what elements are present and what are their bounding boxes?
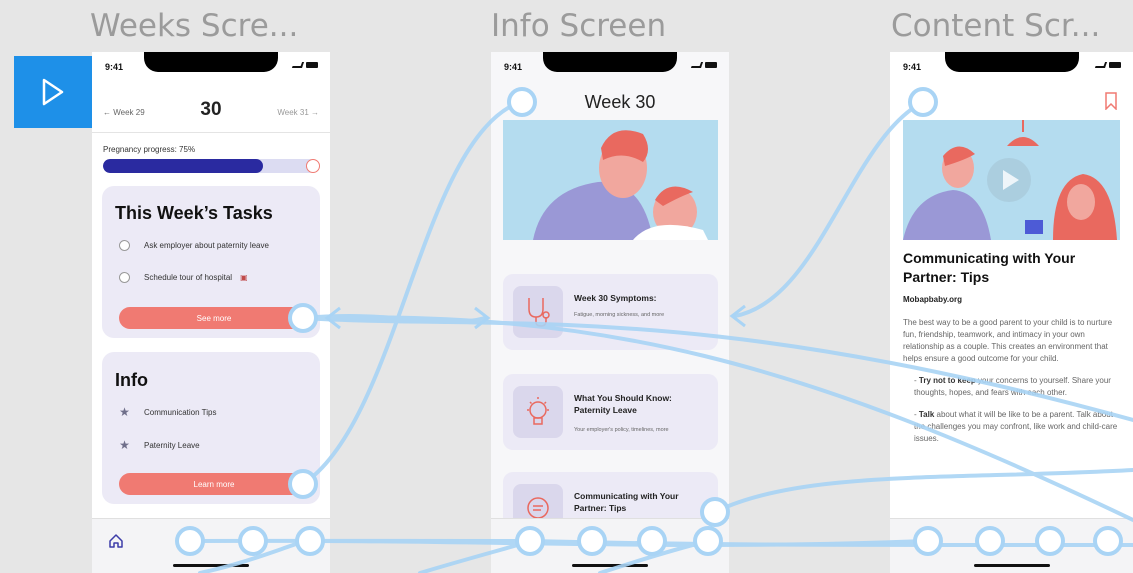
home-indicator: [973, 564, 1050, 567]
bookmark-icon[interactable]: [1104, 92, 1118, 110]
hero-illustration: [503, 120, 718, 240]
card-subtitle: Fatigue, morning sickness, and more: [574, 312, 665, 318]
weeks-screen: 9:41 ← Week 29 30 Week 31 → Pregnancy pr…: [92, 52, 330, 573]
lightbulb-icon: [527, 397, 549, 425]
symptoms-card[interactable]: Week 30 Symptoms: Fatigue, morning sickn…: [503, 274, 718, 350]
tasks-title: This Week’s Tasks: [115, 203, 273, 223]
progress-fill: [103, 159, 263, 173]
next-week-link[interactable]: Week 31 →: [277, 108, 319, 117]
tab-bar: [890, 518, 1133, 573]
progress-label: Pregnancy progress: 75%: [103, 145, 196, 154]
info-item-label: Paternity Leave: [144, 440, 200, 450]
card-subtitle: Your employer's policy, timelines, more: [574, 427, 669, 433]
status-bar: 9:41: [92, 52, 330, 82]
progress-bar: [103, 159, 316, 173]
stethoscope-icon: [528, 298, 550, 327]
see-more-button[interactable]: See more: [119, 307, 309, 329]
home-icon[interactable]: [108, 533, 124, 549]
tip-text: about what it will be like to be a paren…: [914, 410, 1118, 443]
play-icon: [42, 78, 64, 106]
prev-week-link[interactable]: ← Week 29: [103, 108, 145, 117]
signal-icon: [291, 62, 305, 68]
paternity-leave-card[interactable]: What You Should Know: Paternity Leave Yo…: [503, 374, 718, 450]
info-screen: 9:41 Week 30 Week 30 Symptoms: Fatigue, …: [491, 52, 729, 573]
article-title: Communicating with Your Partner: Tips: [903, 250, 1076, 285]
current-week: 30: [200, 99, 222, 120]
father-baby-illustration: [503, 120, 718, 240]
info-item-label: Communication Tips: [144, 407, 217, 417]
info-title: Info: [115, 370, 148, 390]
article-source: Mobapbaby.org: [903, 295, 962, 304]
article-intro: The best way to be a good parent to your…: [903, 318, 1113, 363]
task-item[interactable]: Schedule tour of hospital ▣: [119, 272, 248, 283]
status-time: 9:41: [504, 62, 523, 72]
info-card: Info ★ Communication Tips ★ Paternity Le…: [102, 352, 320, 504]
card-title: Communicating with Your Partner: Tips: [574, 491, 679, 513]
arrowhead: [474, 306, 491, 330]
article-tip: - Talk about what it will be like to be …: [914, 410, 1118, 443]
notch: [944, 52, 1079, 72]
notch: [144, 52, 278, 72]
status-time: 9:41: [903, 62, 922, 72]
article-body: The best way to be a good parent to your…: [903, 317, 1123, 455]
status-icons: [291, 62, 318, 68]
week-navigation: ← Week 29 30 Week 31 →: [92, 92, 330, 132]
task-label: Ask employer about paternity leave: [144, 241, 269, 250]
info-item[interactable]: ★ Paternity Leave: [119, 438, 200, 452]
hospital-icon: ▣: [240, 273, 248, 282]
status-icons: [1094, 62, 1121, 68]
article-tip: - Try not to keep your concerns to yours…: [914, 376, 1111, 397]
tab-bar: [92, 518, 330, 573]
info-week-title: Week 30: [584, 92, 656, 112]
article-hero-illustration: [903, 120, 1120, 240]
card-thumbnail: [513, 386, 563, 438]
progress-end-marker: [306, 159, 320, 173]
connection-line: [301, 100, 522, 486]
star-icon: ★: [119, 438, 130, 452]
notch: [543, 52, 677, 72]
connection-line: [301, 314, 487, 324]
card-title: What You Should Know: Paternity Leave: [574, 393, 672, 415]
signal-icon: [1094, 62, 1108, 68]
battery-icon: [306, 62, 318, 68]
play-prototype-button[interactable]: [14, 56, 92, 128]
task-label: Schedule tour of hospital: [144, 273, 233, 282]
divider: [92, 132, 330, 133]
tip-bold: Try not to keep: [918, 376, 976, 385]
status-bar: 9:41: [890, 52, 1133, 82]
info-item[interactable]: ★ Communication Tips: [119, 405, 216, 419]
battery-icon: [1109, 62, 1121, 68]
home-indicator: [173, 564, 249, 567]
star-icon: ★: [119, 405, 130, 419]
home-indicator: [572, 564, 648, 567]
screen-label-info: Info Screen: [491, 8, 667, 44]
task-checkbox[interactable]: [119, 272, 130, 283]
card-thumbnail: [513, 286, 563, 338]
arrowhead: [729, 304, 746, 328]
status-time: 9:41: [105, 62, 124, 72]
task-item[interactable]: Ask employer about paternity leave: [119, 240, 269, 251]
learn-more-button[interactable]: Learn more: [119, 473, 309, 495]
tab-bar: [491, 518, 729, 573]
tasks-card: This Week’s Tasks Ask employer about pat…: [102, 186, 320, 338]
status-bar: 9:41: [491, 52, 729, 82]
battery-icon: [705, 62, 717, 68]
screen-label-content: Content Scr...: [891, 8, 1101, 44]
screen-label-weeks: Weeks Scre...: [90, 8, 299, 44]
task-checkbox[interactable]: [119, 240, 130, 251]
tip-bold: Talk: [918, 410, 935, 419]
signal-icon: [690, 62, 704, 68]
couple-illustration: [903, 120, 1120, 240]
status-icons: [690, 62, 717, 68]
content-screen: 9:41 Communicating with Your Partner: Ti…: [890, 52, 1133, 573]
card-title: Week 30 Symptoms:: [574, 293, 657, 303]
